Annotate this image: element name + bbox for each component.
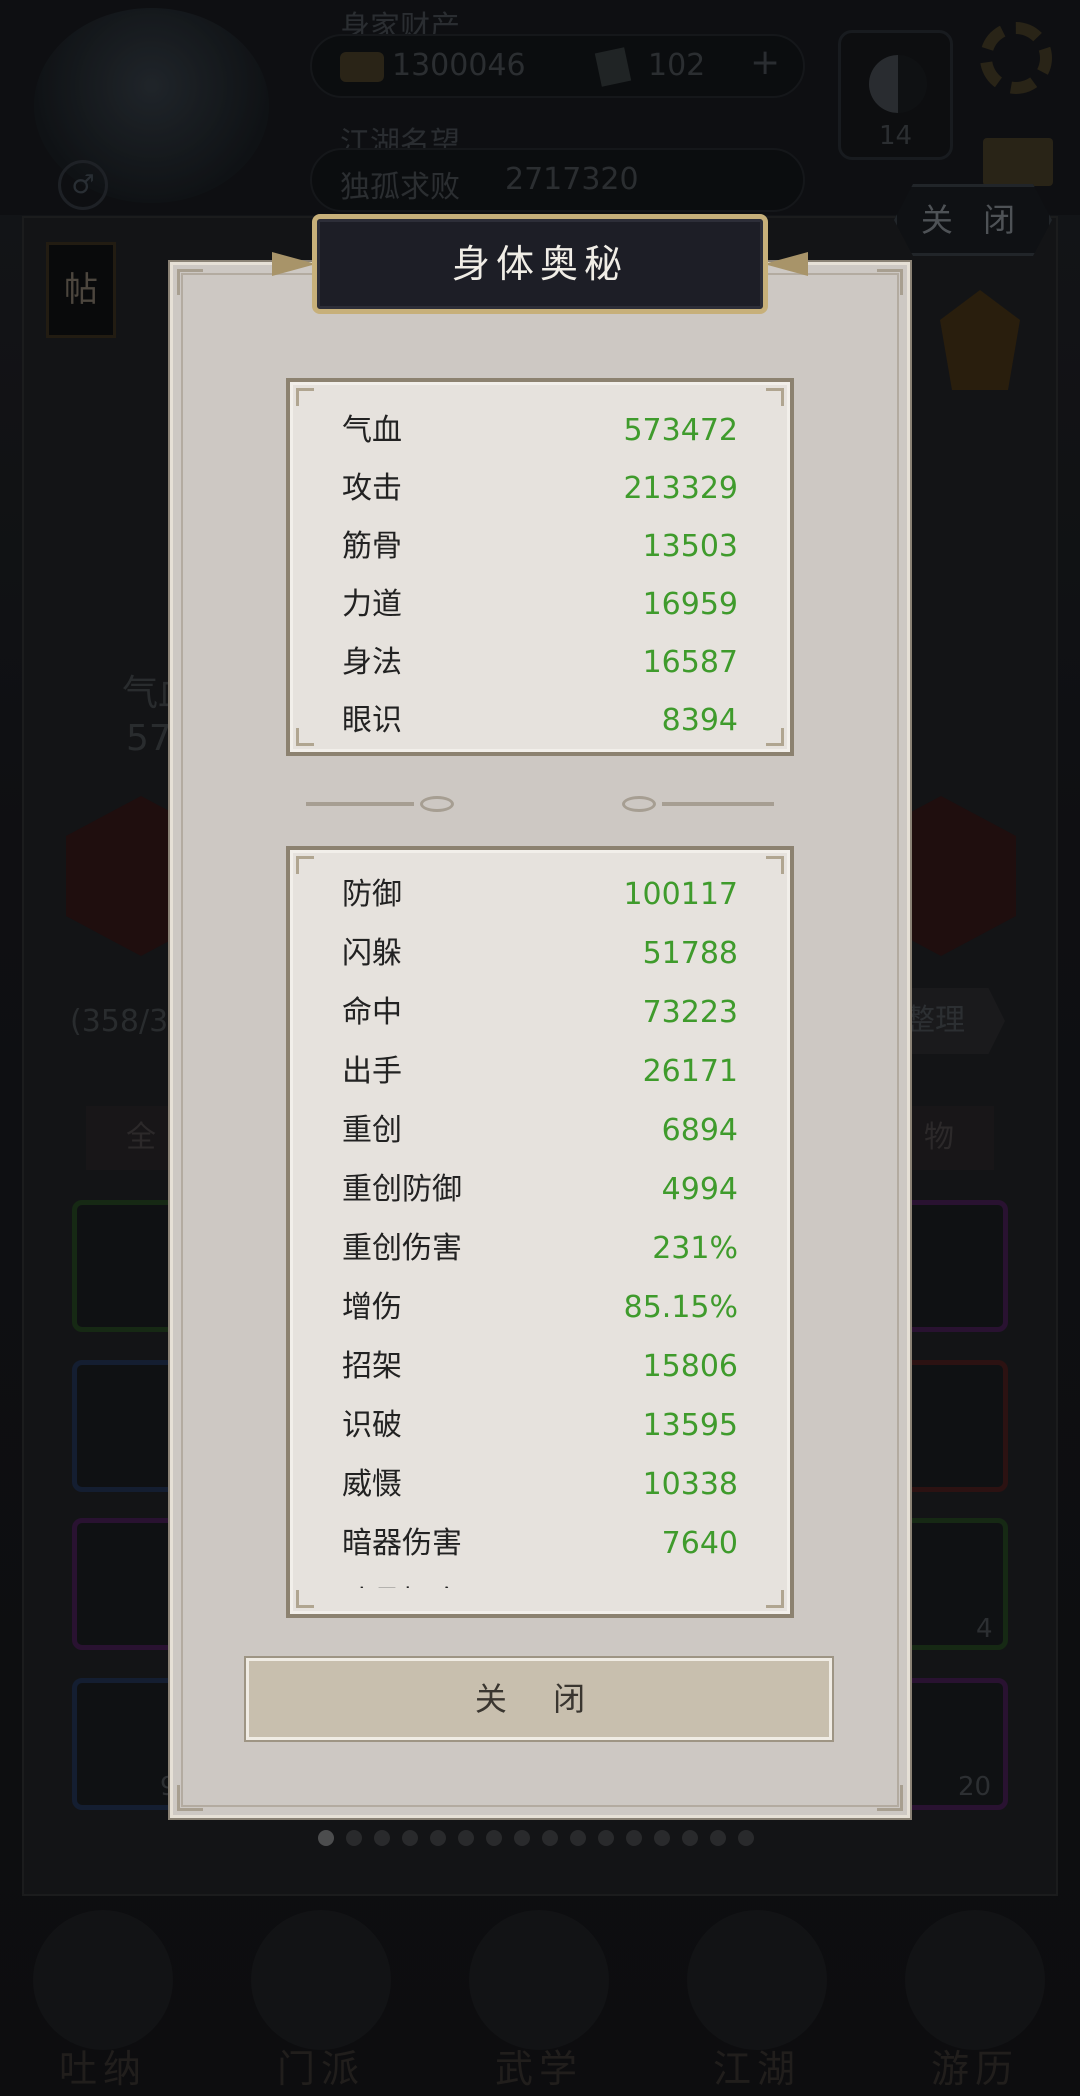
corner-ornament: [877, 269, 903, 295]
stat-value: 13595: [642, 1408, 738, 1443]
stat-name: 威慑: [342, 1467, 402, 1502]
stat-name: 防御: [342, 877, 402, 912]
stat-name: 招架: [342, 1349, 402, 1384]
stat-row: 增伤 85.15%: [342, 1279, 738, 1337]
stat-name: 暗器伤害: [342, 1526, 462, 1561]
stat-value: 231%: [652, 1231, 738, 1266]
divider-ornament: [622, 796, 656, 812]
stat-name: 攻击: [342, 471, 402, 506]
stat-name: 重创伤害: [342, 1231, 462, 1266]
stat-value: 85.15%: [623, 1290, 738, 1325]
stat-value: 13503: [642, 529, 738, 564]
corner-ornament: [296, 388, 314, 406]
corner-ornament: [177, 269, 203, 295]
stat-value: 6894: [661, 1113, 738, 1148]
stat-value: 7640: [661, 1526, 738, 1561]
stat-name: 重创防御: [342, 1172, 462, 1207]
corner-ornament: [296, 728, 314, 746]
stat-name: 出手: [342, 1054, 402, 1089]
stat-row: 重创防御 4994: [342, 1161, 738, 1219]
stat-name: 气血: [342, 413, 402, 448]
corner-ornament: [177, 1785, 203, 1811]
stat-row: 命中 73223: [342, 984, 738, 1042]
stat-value: 100117: [623, 877, 738, 912]
stat-row: 出手 26171: [342, 1043, 738, 1101]
stat-name: 闪躲: [342, 936, 402, 971]
stat-row: 攻击 213329: [342, 460, 738, 518]
section-divider: [662, 802, 774, 806]
corner-ornament: [766, 728, 784, 746]
divider-ornament: [420, 796, 454, 812]
stat-value: 15806: [642, 1349, 738, 1384]
stat-value: 213329: [623, 471, 738, 506]
stat-row: 防御 100117: [342, 866, 738, 924]
stat-value: 10.60%: [624, 1574, 738, 1588]
corner-ornament: [296, 1590, 314, 1608]
stat-name: 重创: [342, 1113, 402, 1148]
stat-value: 16587: [642, 645, 738, 680]
stat-value: 16959: [642, 587, 738, 622]
stat-row: 筋骨 13503: [342, 518, 738, 576]
stat-row: 力道 16959: [342, 576, 738, 634]
stat-row: 碎骨概率 10.60%: [342, 1574, 738, 1588]
stat-row: 气血 573472: [342, 402, 738, 460]
dialog-title: 身体奥秘: [451, 242, 628, 286]
close-button[interactable]: 关 闭: [246, 1658, 832, 1740]
corner-ornament: [766, 1590, 784, 1608]
basic-stats-box: 气血 573472 攻击 213329 筋骨 13503 力道 16959 身法…: [286, 378, 794, 756]
stat-value: 10338: [642, 1467, 738, 1502]
stat-row: 闪躲 51788: [342, 925, 738, 983]
stat-row: 威慑 10338: [342, 1456, 738, 1514]
stat-name: 增伤: [342, 1290, 402, 1325]
stat-value: 8394: [661, 703, 738, 738]
stat-value: 4994: [661, 1172, 738, 1207]
corner-ornament: [766, 388, 784, 406]
stat-name: 碎骨概率: [342, 1574, 462, 1588]
stat-row: 眼识 8394: [342, 692, 738, 750]
stat-name: 身法: [342, 645, 402, 680]
stat-value: 51788: [642, 936, 738, 971]
stat-value: 73223: [642, 995, 738, 1030]
stat-value: 26171: [642, 1054, 738, 1089]
corner-ornament: [877, 1785, 903, 1811]
stat-name: 识破: [342, 1408, 402, 1443]
stat-row: 重创伤害 231%: [342, 1220, 738, 1278]
stat-name: 命中: [342, 995, 402, 1030]
stat-row: 暗器伤害 7640: [342, 1515, 738, 1573]
stat-row: 招架 15806: [342, 1338, 738, 1396]
stat-name: 眼识: [342, 703, 402, 738]
combat-stats-list[interactable]: 防御 100117 闪躲 51788 命中 73223 出手 26171 重创 …: [290, 850, 790, 1588]
stat-row: 身法 16587: [342, 634, 738, 692]
dialog-title-plate: 身体奥秘: [312, 214, 768, 314]
combat-stats-box[interactable]: 防御 100117 闪躲 51788 命中 73223 出手 26171 重创 …: [286, 846, 794, 1618]
stat-name: 筋骨: [342, 529, 402, 564]
stat-name: 力道: [342, 587, 402, 622]
stat-value: 573472: [623, 413, 738, 448]
stat-row: 重创 6894: [342, 1102, 738, 1160]
section-divider: [306, 802, 414, 806]
stat-row: 识破 13595: [342, 1397, 738, 1455]
